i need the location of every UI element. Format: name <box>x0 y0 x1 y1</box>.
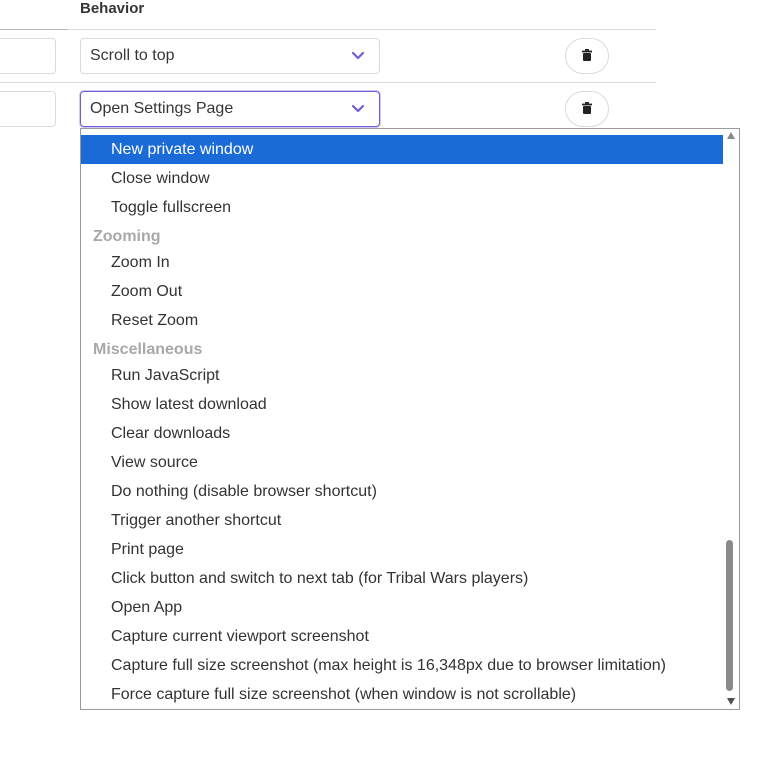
dropdown-option-reset-zoom[interactable]: Reset Zoom <box>81 306 724 335</box>
dropdown-option-clear-downloads[interactable]: Clear downloads <box>81 419 724 448</box>
behavior-select-value: Scroll to top <box>90 47 175 64</box>
dropdown-option-do-nothing[interactable]: Do nothing (disable browser shortcut) <box>81 477 724 506</box>
scrollbar-thumb[interactable] <box>726 540 733 691</box>
behavior-select[interactable]: Open Settings Page <box>80 91 380 127</box>
dropdown-option-toggle-fullscreen[interactable]: Toggle fullscreen <box>81 193 724 222</box>
trash-icon <box>582 102 592 114</box>
row-divider <box>0 82 656 83</box>
dropdown-group-miscellaneous: Miscellaneous <box>93 341 203 358</box>
behavior-select-value: Open Settings Page <box>90 100 234 117</box>
dropdown-scrollbar[interactable] <box>723 129 739 709</box>
shortcut-input[interactable] <box>0 91 56 127</box>
dropdown-option-run-javascript[interactable]: Run JavaScript <box>81 361 724 390</box>
shortcut-input[interactable] <box>0 38 56 74</box>
dropdown-option-zoom-in[interactable]: Zoom In <box>81 248 724 277</box>
behavior-select[interactable]: Scroll to top <box>80 38 380 74</box>
header-divider <box>0 29 68 30</box>
dropdown-option-click-button-switch-tab[interactable]: Click button and switch to next tab (for… <box>81 564 724 593</box>
dropdown-group-zooming: Zooming <box>93 228 161 245</box>
dropdown-option-zoom-out[interactable]: Zoom Out <box>81 277 724 306</box>
behavior-column-header: Behavior <box>80 0 145 17</box>
behavior-dropdown-list[interactable]: New private window Close window Toggle f… <box>80 128 740 710</box>
dropdown-option-trigger-another-shortcut[interactable]: Trigger another shortcut <box>81 506 724 535</box>
scroll-down-arrow-icon[interactable] <box>727 698 735 705</box>
dropdown-option-close-window[interactable]: Close window <box>81 164 724 193</box>
header-divider <box>68 29 656 30</box>
dropdown-option-view-source[interactable]: View source <box>81 448 724 477</box>
dropdown-option-capture-viewport-screenshot[interactable]: Capture current viewport screenshot <box>81 622 724 651</box>
dropdown-option-new-private-window[interactable]: New private window <box>81 135 724 164</box>
dropdown-option-print-page[interactable]: Print page <box>81 535 724 564</box>
scroll-up-arrow-icon[interactable] <box>727 132 735 139</box>
chevron-down-icon <box>351 51 365 60</box>
dropdown-option-open-app[interactable]: Open App <box>81 593 724 622</box>
trash-icon <box>582 49 592 61</box>
dropdown-option-capture-full-screenshot[interactable]: Capture full size screenshot (max height… <box>81 651 724 680</box>
chevron-down-icon <box>351 104 365 113</box>
dropdown-option-force-capture-full-screenshot[interactable]: Force capture full size screenshot (when… <box>81 680 724 709</box>
dropdown-option-show-latest-download[interactable]: Show latest download <box>81 390 724 419</box>
delete-button[interactable] <box>565 91 609 127</box>
delete-button[interactable] <box>565 38 609 74</box>
